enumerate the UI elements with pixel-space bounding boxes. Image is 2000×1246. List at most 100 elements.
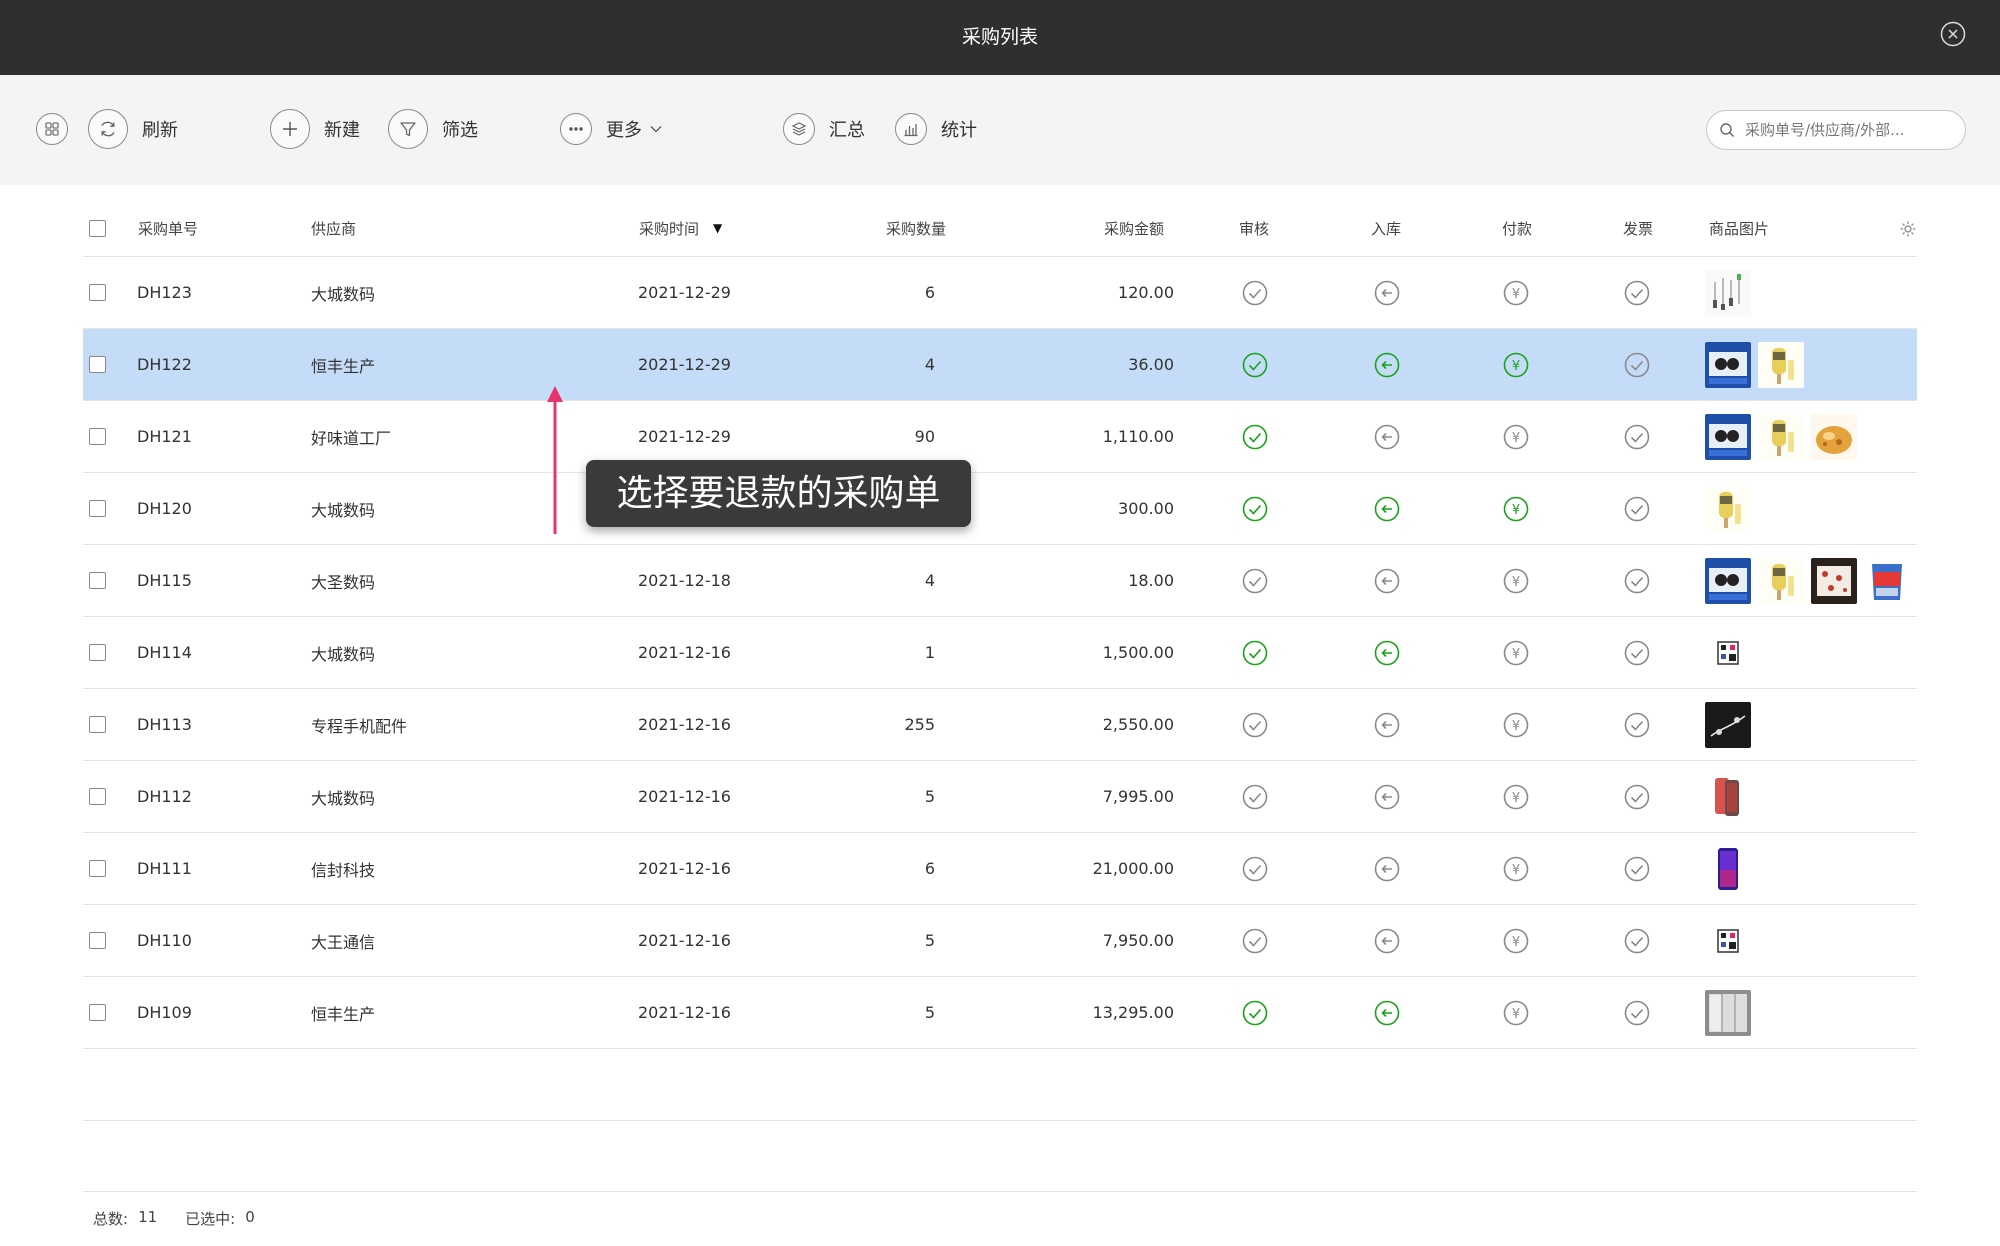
order-id[interactable]: DH112 <box>137 761 192 832</box>
audit-check-icon[interactable] <box>1241 999 1269 1027</box>
row-checkbox[interactable] <box>89 716 106 733</box>
invoice-check-icon[interactable] <box>1623 567 1651 595</box>
product-thumbnail[interactable] <box>1705 413 1751 460</box>
more-button[interactable]: 更多 <box>560 107 662 151</box>
invoice-check-icon[interactable] <box>1623 855 1651 883</box>
payment-yen-icon[interactable]: ¥ <box>1502 855 1530 883</box>
stock-in-icon[interactable] <box>1373 639 1401 667</box>
audit-check-icon[interactable] <box>1241 711 1269 739</box>
product-thumbnail[interactable] <box>1811 413 1857 460</box>
order-id[interactable]: DH113 <box>137 689 192 760</box>
payment-yen-icon[interactable]: ¥ <box>1502 639 1530 667</box>
stock-in-icon[interactable] <box>1373 495 1401 523</box>
col-header-supplier[interactable]: 供应商 <box>311 200 356 256</box>
order-id[interactable]: DH110 <box>137 905 192 976</box>
row-checkbox[interactable] <box>89 644 106 661</box>
product-thumbnail[interactable] <box>1705 773 1751 820</box>
audit-check-icon[interactable] <box>1241 639 1269 667</box>
col-header-qty[interactable]: 采购数量 <box>886 200 946 256</box>
product-thumbnail[interactable] <box>1705 629 1751 676</box>
col-header-invoice[interactable]: 发票 <box>1623 200 1653 256</box>
order-id[interactable]: DH111 <box>137 833 192 904</box>
row-checkbox[interactable] <box>89 788 106 805</box>
filter-button[interactable]: 筛选 <box>388 107 478 151</box>
audit-check-icon[interactable] <box>1241 279 1269 307</box>
order-id[interactable]: DH114 <box>137 617 192 688</box>
audit-check-icon[interactable] <box>1241 495 1269 523</box>
product-thumbnail[interactable] <box>1705 917 1751 964</box>
search-input[interactable] <box>1745 121 1945 139</box>
table-row[interactable]: DH123 大城数码 2021-12-29 6 120.00 ¥ <box>83 257 1917 329</box>
col-header-stock[interactable]: 入库 <box>1371 200 1401 256</box>
audit-check-icon[interactable] <box>1241 855 1269 883</box>
table-row[interactable]: DH112 大城数码 2021-12-16 5 7,995.00 ¥ <box>83 761 1917 833</box>
stock-in-icon[interactable] <box>1373 351 1401 379</box>
row-checkbox[interactable] <box>89 356 106 373</box>
stock-in-icon[interactable] <box>1373 279 1401 307</box>
select-all-checkbox[interactable] <box>89 219 106 237</box>
row-checkbox[interactable] <box>89 428 106 445</box>
col-header-audit[interactable]: 审核 <box>1239 200 1269 256</box>
row-checkbox[interactable] <box>89 500 106 517</box>
payment-yen-icon[interactable]: ¥ <box>1502 927 1530 955</box>
payment-yen-icon[interactable]: ¥ <box>1502 495 1530 523</box>
stock-in-icon[interactable] <box>1373 999 1401 1027</box>
audit-check-icon[interactable] <box>1241 423 1269 451</box>
payment-yen-icon[interactable]: ¥ <box>1502 999 1530 1027</box>
order-id[interactable]: DH120 <box>137 473 192 544</box>
gear-icon[interactable] <box>1899 220 1917 238</box>
audit-check-icon[interactable] <box>1241 351 1269 379</box>
product-thumbnail[interactable] <box>1864 557 1910 604</box>
stock-in-icon[interactable] <box>1373 711 1401 739</box>
invoice-check-icon[interactable] <box>1623 423 1651 451</box>
table-row[interactable]: DH122 恒丰生产 2021-12-29 4 36.00 ¥ <box>83 329 1917 401</box>
invoice-check-icon[interactable] <box>1623 495 1651 523</box>
table-row[interactable]: DH110 大王通信 2021-12-16 5 7,950.00 ¥ <box>83 905 1917 977</box>
col-header-date[interactable]: 采购时间 ▼ <box>639 200 722 256</box>
invoice-check-icon[interactable] <box>1623 279 1651 307</box>
product-thumbnail[interactable] <box>1758 557 1804 604</box>
order-id[interactable]: DH121 <box>137 401 192 472</box>
order-id[interactable]: DH122 <box>137 329 192 400</box>
invoice-check-icon[interactable] <box>1623 711 1651 739</box>
row-checkbox[interactable] <box>89 284 106 301</box>
col-header-pay[interactable]: 付款 <box>1502 200 1532 256</box>
close-icon[interactable] <box>1940 21 1966 47</box>
col-header-amount[interactable]: 采购金额 <box>1104 200 1164 256</box>
product-thumbnail[interactable] <box>1705 989 1751 1036</box>
payment-yen-icon[interactable]: ¥ <box>1502 351 1530 379</box>
table-row[interactable]: DH113 专程手机配件 2021-12-16 255 2,550.00 ¥ <box>83 689 1917 761</box>
table-row[interactable]: DH120 大城数码 300.00 ¥ <box>83 473 1917 545</box>
product-thumbnail[interactable] <box>1758 413 1804 460</box>
product-thumbnail[interactable] <box>1705 845 1751 892</box>
product-thumbnail[interactable] <box>1758 341 1804 388</box>
payment-yen-icon[interactable]: ¥ <box>1502 711 1530 739</box>
audit-check-icon[interactable] <box>1241 567 1269 595</box>
row-checkbox[interactable] <box>89 572 106 589</box>
table-row[interactable]: DH109 恒丰生产 2021-12-16 5 13,295.00 ¥ <box>83 977 1917 1049</box>
payment-yen-icon[interactable]: ¥ <box>1502 423 1530 451</box>
row-checkbox[interactable] <box>89 932 106 949</box>
col-header-id[interactable]: 采购单号 <box>138 200 198 256</box>
summary-button[interactable]: 汇总 <box>783 107 865 151</box>
product-thumbnail[interactable] <box>1705 341 1751 388</box>
search-box[interactable] <box>1706 110 1966 150</box>
payment-yen-icon[interactable]: ¥ <box>1502 279 1530 307</box>
order-id[interactable]: DH115 <box>137 545 192 616</box>
product-thumbnail[interactable] <box>1705 269 1751 316</box>
refresh-button[interactable]: 刷新 <box>88 107 178 151</box>
audit-check-icon[interactable] <box>1241 783 1269 811</box>
product-thumbnail[interactable] <box>1705 557 1751 604</box>
stats-button[interactable]: 统计 <box>895 107 977 151</box>
audit-check-icon[interactable] <box>1241 927 1269 955</box>
product-thumbnail[interactable] <box>1705 485 1751 532</box>
order-id[interactable]: DH123 <box>137 257 192 328</box>
table-row[interactable]: DH115 大圣数码 2021-12-18 4 18.00 ¥ <box>83 545 1917 617</box>
product-thumbnail[interactable] <box>1811 557 1857 604</box>
payment-yen-icon[interactable]: ¥ <box>1502 567 1530 595</box>
table-row[interactable]: DH111 信封科技 2021-12-16 6 21,000.00 ¥ <box>83 833 1917 905</box>
stock-in-icon[interactable] <box>1373 927 1401 955</box>
stock-in-icon[interactable] <box>1373 855 1401 883</box>
order-id[interactable]: DH109 <box>137 977 192 1048</box>
stock-in-icon[interactable] <box>1373 567 1401 595</box>
